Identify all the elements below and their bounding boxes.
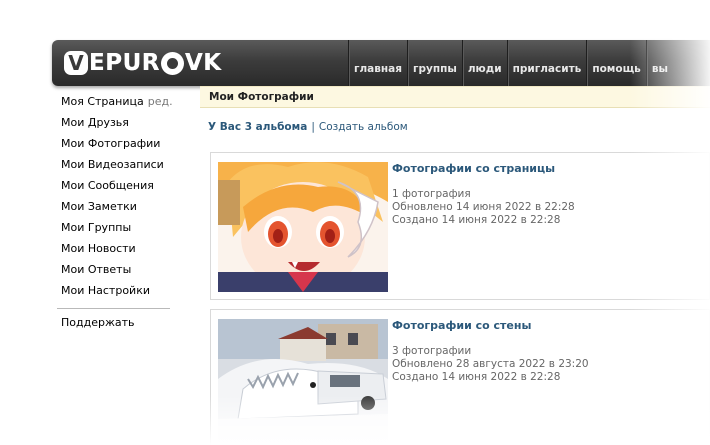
nav-logout[interactable]: вы [645, 40, 673, 86]
sidebar-item-notes[interactable]: Мои Заметки [61, 199, 181, 220]
edit-link[interactable]: ред. [148, 95, 173, 108]
snow-car-image [218, 319, 388, 445]
page: V EPUR VK главная группы люди пригласить… [0, 0, 710, 445]
nav-help[interactable]: помощь [586, 40, 646, 86]
nav-people[interactable]: люди [461, 40, 507, 86]
album-card: Фотографии со страницы 1 фотография Обно… [210, 152, 710, 300]
sidebar-item-friends[interactable]: Мои Друзья [61, 115, 181, 136]
album-title[interactable]: Фотографии со стены [392, 319, 589, 333]
sidebar-item-support[interactable]: Поддержать [61, 315, 181, 336]
sidebar-item-settings[interactable]: Мои Настройки [61, 283, 181, 304]
album-thumbnail-snow-car[interactable] [218, 319, 388, 445]
nav-invite[interactable]: пригласить [506, 40, 587, 86]
separator: | [311, 121, 315, 133]
album-photo-count: 3 фотографии [392, 345, 472, 357]
nav-home[interactable]: главная [348, 40, 407, 86]
album-created: Создано 14 июня 2022 в 22:28 [392, 214, 561, 226]
site-logo[interactable]: V EPUR VK [64, 49, 222, 77]
album-updated: Обновлено 28 августа 2022 в 23:20 [392, 358, 589, 370]
sidebar: Моя Страница ред. Мои Друзья Мои Фотограф… [57, 94, 181, 336]
sidebar-item-news[interactable]: Мои Новости [61, 241, 181, 262]
page-title: Мои Фотографии [200, 86, 710, 108]
logo-suffix: VK [184, 50, 222, 76]
sidebar-item-answers[interactable]: Мои Ответы [61, 262, 181, 283]
album-created: Создано 14 июня 2022 в 22:28 [392, 371, 561, 383]
sidebar-item-groups[interactable]: Мои Группы [61, 220, 181, 241]
logo-circle-icon [160, 51, 184, 75]
anime-girl-image [218, 162, 388, 292]
album-meta: 1 фотография Обновлено 14 июня 2022 в 22… [392, 188, 575, 227]
nav-groups[interactable]: группы [407, 40, 462, 86]
album-card: Фотографии со стены 3 фотографии Обновле… [210, 309, 710, 445]
album-info: Фотографии со страницы 1 фотография Обно… [392, 162, 575, 227]
sidebar-item-label[interactable]: Моя Страница [61, 95, 144, 108]
top-nav: главная группы люди пригласить помощь вы [348, 40, 673, 86]
header-bar: V EPUR VK главная группы люди пригласить… [52, 40, 710, 86]
album-info: Фотографии со стены 3 фотографии Обновле… [392, 319, 589, 384]
create-album-link[interactable]: Создать альбом [319, 121, 408, 133]
album-thumbnail-anime[interactable] [218, 162, 388, 292]
sidebar-divider [57, 308, 170, 309]
albums-summary: У Вас 3 альбома | Создать альбом [208, 121, 710, 133]
sidebar-item-videos[interactable]: Мои Видеозаписи [61, 157, 181, 178]
logo-text: EPUR [89, 50, 160, 76]
album-updated: Обновлено 14 июня 2022 в 22:28 [392, 201, 575, 213]
logo-v-mark: V [64, 51, 88, 75]
main-content: Мои Фотографии У Вас 3 альбома | Создать а… [200, 86, 710, 445]
album-meta: 3 фотографии Обновлено 28 августа 2022 в… [392, 345, 589, 384]
sidebar-item-photos[interactable]: Мои Фотографии [61, 136, 181, 157]
album-title[interactable]: Фотографии со страницы [392, 162, 575, 176]
albums-count: У Вас 3 альбома [208, 121, 308, 133]
sidebar-item-messages[interactable]: Мои Сообщения [61, 178, 181, 199]
album-photo-count: 1 фотография [392, 188, 471, 200]
sidebar-item-my-page[interactable]: Моя Страница ред. [61, 94, 181, 115]
